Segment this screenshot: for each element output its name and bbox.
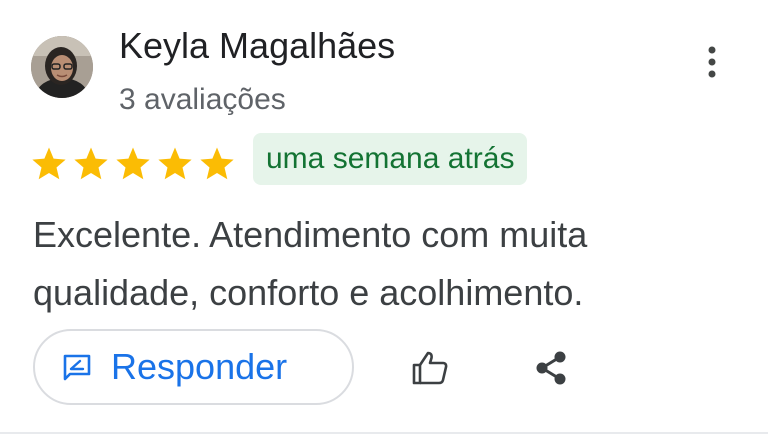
star-icon [74,147,108,180]
like-button[interactable] [406,344,454,392]
review-count: 3 avaliações [119,83,286,116]
star-icon [200,147,234,180]
more-vert-icon [708,46,716,78]
star-icon [32,147,66,180]
star-icon [116,147,150,180]
share-button[interactable] [527,344,575,392]
review-date-badge: uma semana atrás [253,133,528,185]
reply-button[interactable]: Responder [33,329,354,405]
review-text: Excelente. Atendimento com muita qualida… [33,214,588,313]
star-rating [30,146,236,182]
profile-photo-icon [31,36,93,98]
more-options-button[interactable] [692,40,732,84]
reply-message-icon [63,354,91,381]
author-name[interactable]: Keyla Magalhães [119,22,395,70]
share-icon [536,351,566,385]
avatar[interactable] [31,36,93,98]
star-icon [158,147,192,180]
thumb-up-icon [412,351,448,385]
reply-button-label: Responder [111,346,288,387]
review-card: Keyla Magalhães 3 avaliações uma semana … [0,0,768,441]
divider [0,432,768,434]
